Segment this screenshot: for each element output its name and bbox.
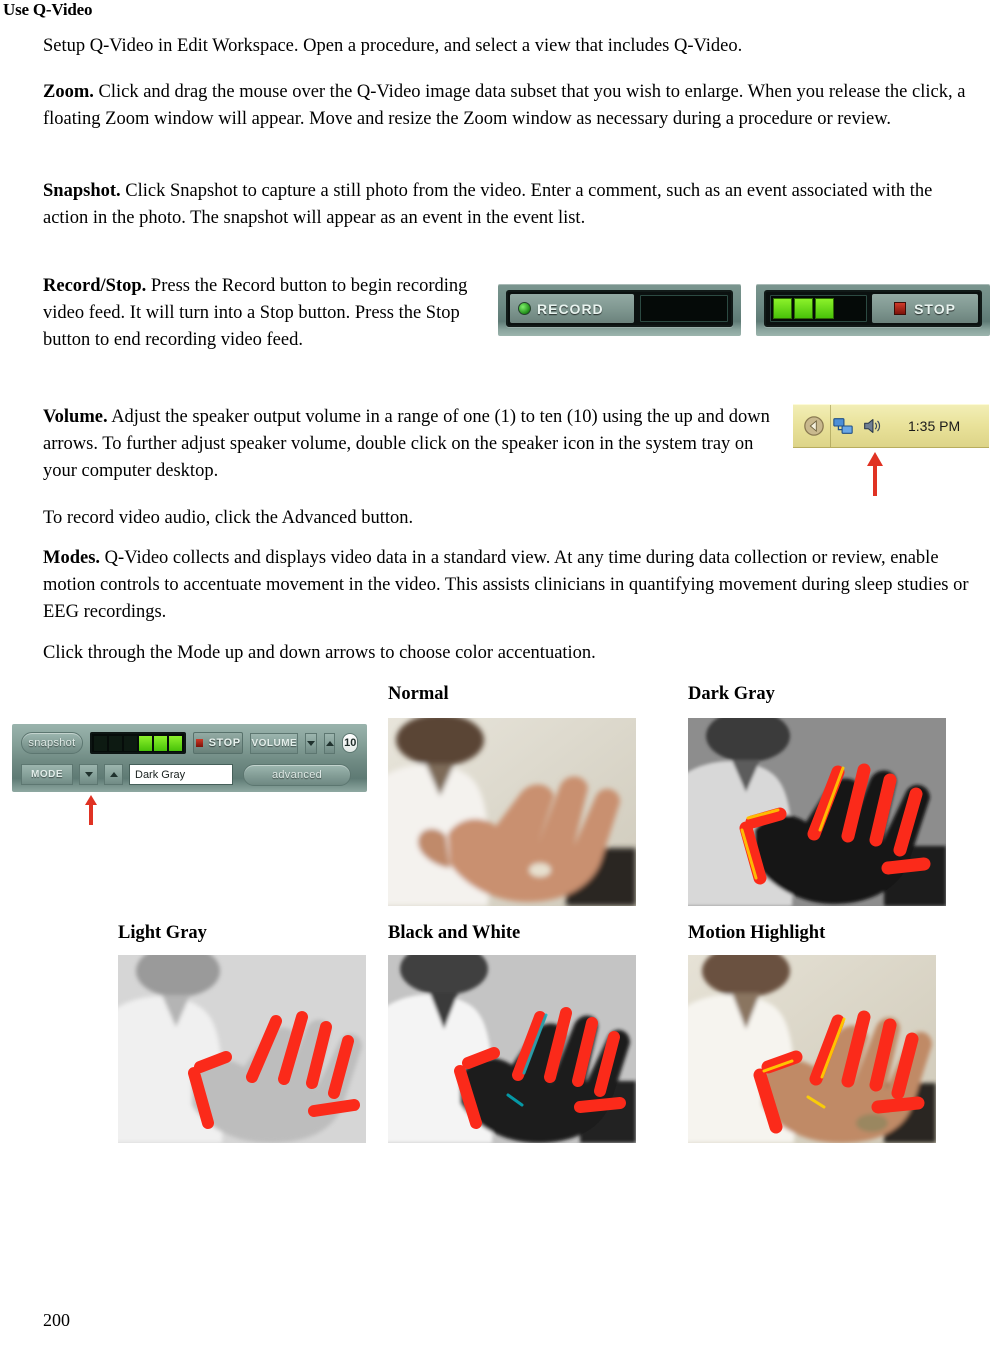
mode-callout-arrow-icon	[85, 795, 97, 825]
meter-bar	[153, 735, 167, 751]
mode-sample-label-black-and-white: Black and White	[388, 923, 521, 943]
mode-sample-image-dark-gray	[688, 718, 946, 906]
meter-bar	[168, 735, 182, 751]
control-bar-level-meter	[89, 732, 186, 754]
volume-value-badge: 10	[342, 733, 359, 753]
record-widget: RECORD	[498, 284, 741, 336]
record-button[interactable]: RECORD	[510, 294, 634, 323]
mode-sample-image-motion-highlight	[688, 955, 936, 1143]
paragraph-zoom: Zoom. Click and drag the mouse over the …	[43, 79, 978, 133]
record-button-label: RECORD	[537, 300, 604, 317]
meter-segment	[794, 298, 813, 319]
stop-widget-bezel: STOP	[764, 290, 982, 327]
meter-bar	[93, 735, 107, 751]
page-number: 200	[43, 1310, 70, 1330]
paragraph-record-stop: Record/Stop. Press the Record button to …	[43, 273, 473, 354]
meter-bar	[123, 735, 137, 751]
volume-button-label: VOLUME	[251, 737, 298, 749]
meter-bar	[108, 735, 122, 751]
volume-up-button[interactable]	[323, 732, 336, 754]
mode-up-button[interactable]	[104, 764, 123, 785]
paragraph-modes-body: Q-Video collects and displays video data…	[43, 548, 969, 622]
snapshot-button-label: snapshot	[28, 737, 76, 749]
record-led-icon	[518, 302, 531, 315]
recording-level-meter	[770, 295, 867, 322]
chevron-up-icon	[325, 740, 334, 746]
paragraph-volume-lead: Volume.	[43, 407, 108, 427]
mode-sample-image-light-gray	[118, 955, 366, 1143]
stop-button[interactable]: STOP	[872, 294, 978, 323]
mode-sample-label-dark-gray: Dark Gray	[688, 684, 775, 704]
record-level-meter	[640, 295, 728, 322]
speaker-icon[interactable]	[861, 415, 883, 437]
chevron-up-icon	[109, 772, 118, 777]
paragraph-zoom-lead: Zoom.	[43, 82, 94, 102]
paragraph-setup: Setup Q-Video in Edit Workspace. Open a …	[43, 36, 743, 56]
paragraph-modes: Modes. Q-Video collects and displays vid…	[43, 545, 978, 626]
stop-button-label: STOP	[914, 300, 956, 317]
volume-button[interactable]: VOLUME	[250, 732, 299, 754]
mode-sample-image-normal	[388, 718, 636, 906]
mode-button-label: MODE	[31, 769, 63, 780]
volume-down-button[interactable]	[305, 732, 317, 754]
mode-sample-label-light-gray: Light Gray	[118, 923, 207, 943]
control-bar-stop-label: STOP	[208, 737, 241, 749]
meter-segment	[815, 298, 834, 319]
show-hidden-icons-icon[interactable]	[803, 415, 825, 437]
figure-record-stop-buttons: RECORD STOP	[498, 284, 990, 336]
figure-qvideo-control-bar: snapshot STOP VOLUME 10 MODE Dark Gray a…	[12, 724, 367, 792]
advanced-button[interactable]: advanced	[243, 763, 351, 786]
meter-bar	[138, 735, 152, 751]
chevron-down-icon	[307, 740, 316, 746]
paragraph-snapshot: Snapshot. Click Snapshot to capture a st…	[43, 178, 978, 232]
tray-clock[interactable]: 1:35 PM	[908, 418, 960, 434]
network-icon[interactable]	[832, 415, 854, 437]
control-bar-stop-button[interactable]: STOP	[192, 732, 244, 754]
meter-segment	[773, 298, 792, 319]
paragraph-volume-body: Adjust the speaker output volume in a ra…	[43, 407, 770, 481]
paragraph-audio: To record video audio, click the Advance…	[43, 508, 414, 528]
paragraph-modes-lead: Modes.	[43, 548, 101, 568]
mode-value-field[interactable]: Dark Gray	[129, 764, 233, 785]
chevron-down-icon	[84, 772, 93, 777]
stop-square-icon	[894, 302, 907, 315]
tray-callout-arrow-icon	[867, 452, 883, 496]
mode-sample-label-motion-highlight: Motion Highlight	[688, 923, 826, 943]
figure-system-tray: 1:35 PM	[793, 404, 989, 448]
paragraph-record-lead: Record/Stop.	[43, 276, 147, 296]
record-widget-bezel: RECORD	[506, 290, 733, 327]
page-title: Use Q-Video	[3, 0, 93, 19]
paragraph-volume: Volume. Adjust the speaker output volume…	[43, 404, 773, 485]
paragraph-click-modes: Click through the Mode up and down arrow…	[43, 643, 596, 663]
control-bar-row-top: snapshot STOP VOLUME 10	[12, 730, 367, 756]
paragraph-snapshot-body: Click Snapshot to capture a still photo …	[43, 181, 933, 228]
control-bar-row-bottom: MODE Dark Gray advanced	[12, 762, 367, 787]
tray-divider	[830, 405, 831, 447]
mode-down-button[interactable]	[79, 764, 98, 785]
snapshot-button[interactable]: snapshot	[21, 732, 83, 754]
stop-square-icon	[195, 739, 203, 747]
mode-button[interactable]: MODE	[21, 764, 73, 785]
paragraph-zoom-body: Click and drag the mouse over the Q-Vide…	[43, 82, 966, 129]
mode-sample-image-black-and-white	[388, 955, 636, 1143]
mode-sample-label-normal: Normal	[388, 684, 449, 704]
stop-widget: STOP	[756, 284, 990, 336]
advanced-button-label: advanced	[271, 768, 323, 781]
paragraph-snapshot-lead: Snapshot.	[43, 181, 121, 201]
